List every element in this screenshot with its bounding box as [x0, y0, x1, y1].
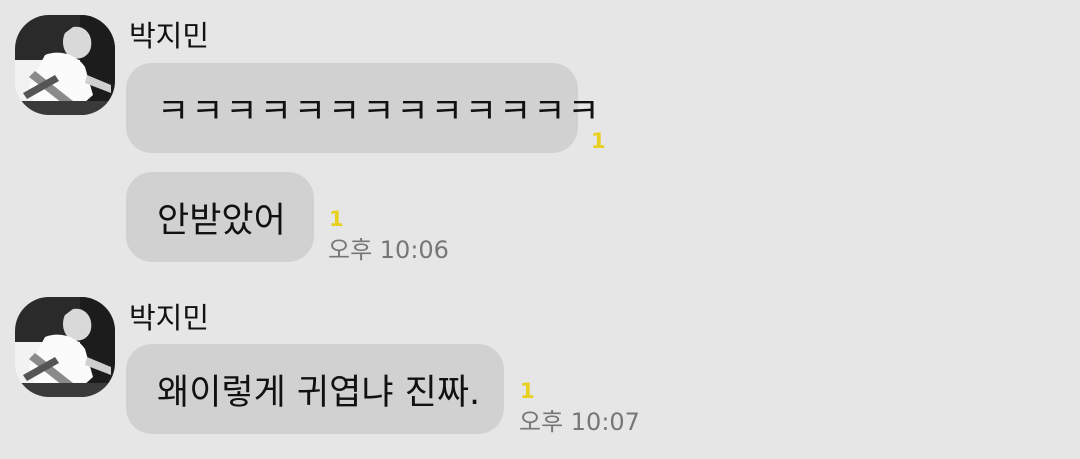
sender-avatar[interactable] [15, 15, 115, 115]
message-text: 왜이렇게 귀엽냐 진짜. [157, 372, 481, 413]
unread-count-badge: 1 [520, 379, 535, 403]
sender-avatar[interactable] [15, 297, 115, 397]
profile-photo-icon [15, 15, 115, 115]
message-text: ㅋㅋㅋㅋㅋㅋㅋㅋㅋㅋㅋㅋㅋ [157, 91, 602, 132]
sender-name: 박지민 [129, 301, 210, 335]
message-timestamp: 오후 10:06 [328, 236, 449, 264]
message-text: 안받았어 [157, 200, 286, 241]
profile-photo-icon [15, 297, 115, 397]
unread-count-badge: 1 [591, 129, 606, 153]
unread-count-badge: 1 [329, 207, 344, 231]
message-bubble[interactable]: ㅋㅋㅋㅋㅋㅋㅋㅋㅋㅋㅋㅋㅋ [126, 63, 600, 153]
message-bubble[interactable]: 왜이렇게 귀엽냐 진짜. [126, 344, 504, 434]
message-timestamp: 오후 10:07 [519, 408, 640, 436]
sender-name: 박지민 [129, 19, 210, 53]
message-bubble[interactable]: 안받았어 [126, 172, 314, 262]
